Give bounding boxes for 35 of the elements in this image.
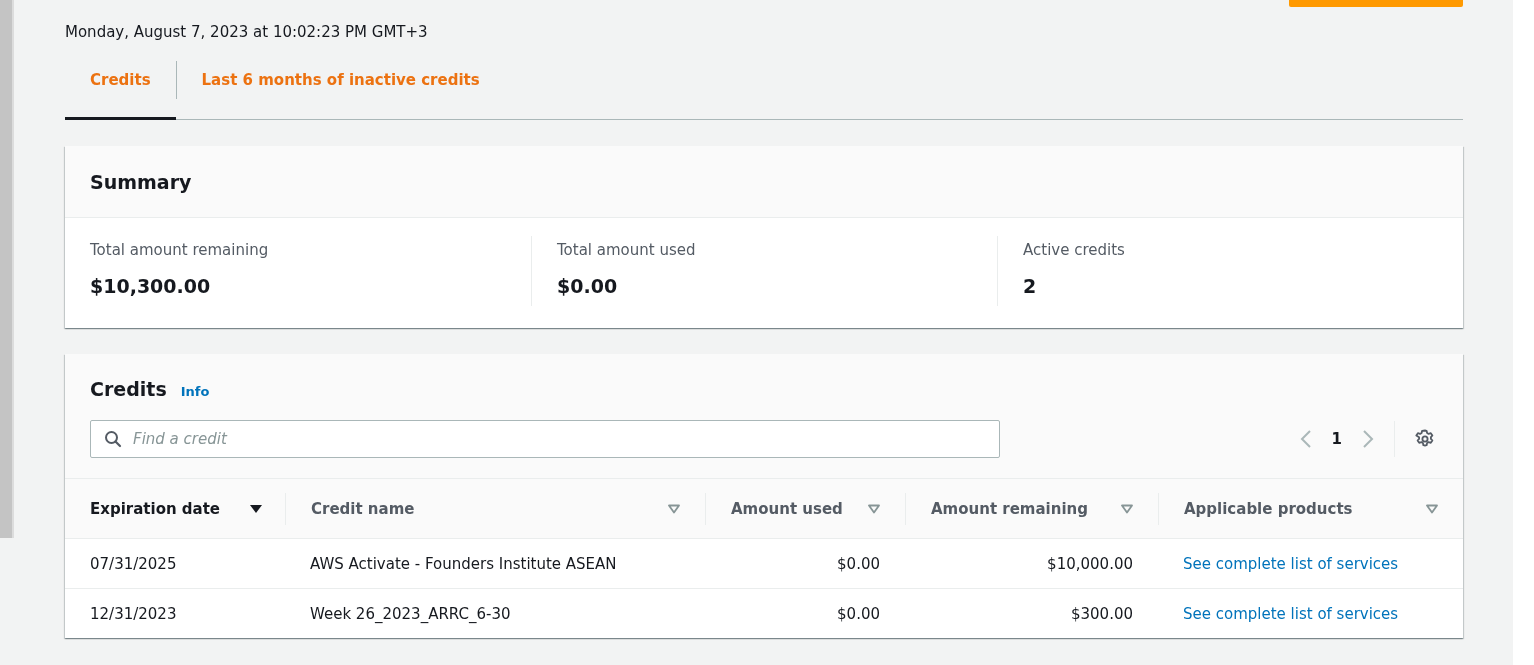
amount-cell: $0.00 [837, 604, 880, 623]
timestamp: Monday, August 7, 2023 at 10:02:23 PM GMT+3 [65, 23, 428, 41]
card-title: Summary [90, 170, 192, 193]
amount-cell: $300.00 [1070, 604, 1133, 623]
card-title: Credits [90, 378, 167, 400]
metric-value: $0.00 [557, 274, 619, 298]
search-field[interactable]: Find a credit [90, 420, 1000, 458]
services-link[interactable]: See complete list of services [1183, 604, 1399, 623]
info-link[interactable]: Info [180, 384, 210, 399]
services-link[interactable]: See complete list of services [1183, 554, 1399, 573]
metric-value: 2 [1023, 274, 1038, 298]
amount-cell: $0.00 [837, 554, 880, 573]
sort-icon[interactable] [667, 503, 681, 514]
sorted-descending-icon[interactable] [249, 503, 263, 514]
table-cell: 07/31/2025 [90, 554, 177, 573]
previous-page-icon[interactable] [1299, 429, 1312, 449]
column-header[interactable]: Credit name [311, 499, 415, 518]
settings-icon[interactable] [1415, 429, 1435, 449]
metric-label: Total amount remaining [90, 240, 270, 261]
page-number[interactable]: 1 [1331, 430, 1342, 448]
metric-value: $10,300.00 [90, 274, 212, 298]
column-header[interactable]: Expiration date [90, 499, 221, 518]
table-cell: AWS Activate - Founders Institute ASEAN [310, 554, 617, 573]
sort-icon[interactable] [1425, 503, 1439, 514]
table-cell: Week 26_2023_ARRC_6-30 [310, 604, 511, 623]
metric-label: Active credits [1023, 240, 1126, 261]
sort-icon[interactable] [867, 503, 881, 514]
metric-label: Total amount used [557, 240, 697, 261]
column-header[interactable]: Amount used [731, 499, 843, 518]
table-cell: 12/31/2023 [90, 604, 177, 623]
sort-icon[interactable] [1120, 503, 1134, 514]
amount-cell: $10,000.00 [1047, 554, 1133, 573]
column-header[interactable]: Amount remaining [931, 499, 1088, 518]
column-header[interactable]: Applicable products [1184, 499, 1353, 518]
next-page-icon[interactable] [1362, 429, 1374, 449]
